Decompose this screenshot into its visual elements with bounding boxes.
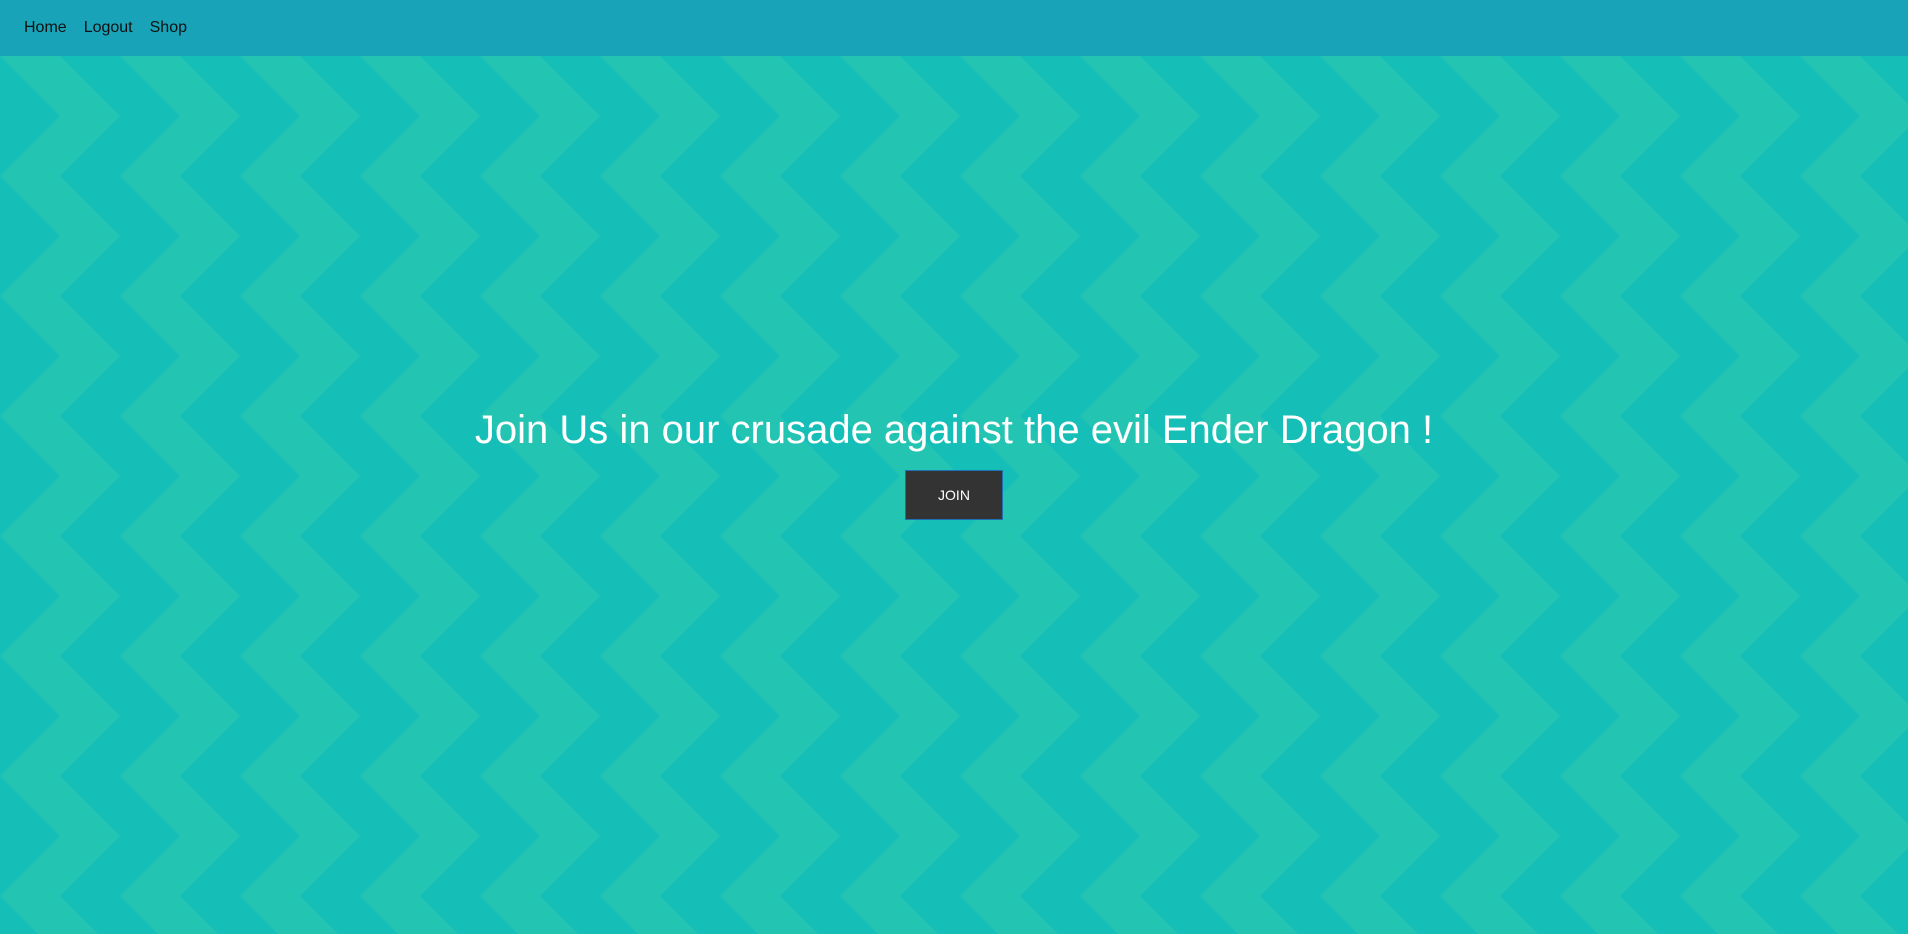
hero-headline: Join Us in our crusade against the evil … (474, 408, 1434, 452)
page-bottom-strip (0, 934, 1908, 942)
join-button[interactable]: JOIN (905, 470, 1003, 520)
hero-content: Join Us in our crusade against the evil … (0, 56, 1908, 934)
hero-section: Join Us in our crusade against the evil … (0, 56, 1908, 934)
nav-link-logout[interactable]: Logout (84, 19, 133, 37)
nav-link-shop[interactable]: Shop (150, 19, 187, 37)
nav-link-home[interactable]: Home (24, 19, 67, 37)
top-navbar: Home Logout Shop (0, 0, 1908, 56)
